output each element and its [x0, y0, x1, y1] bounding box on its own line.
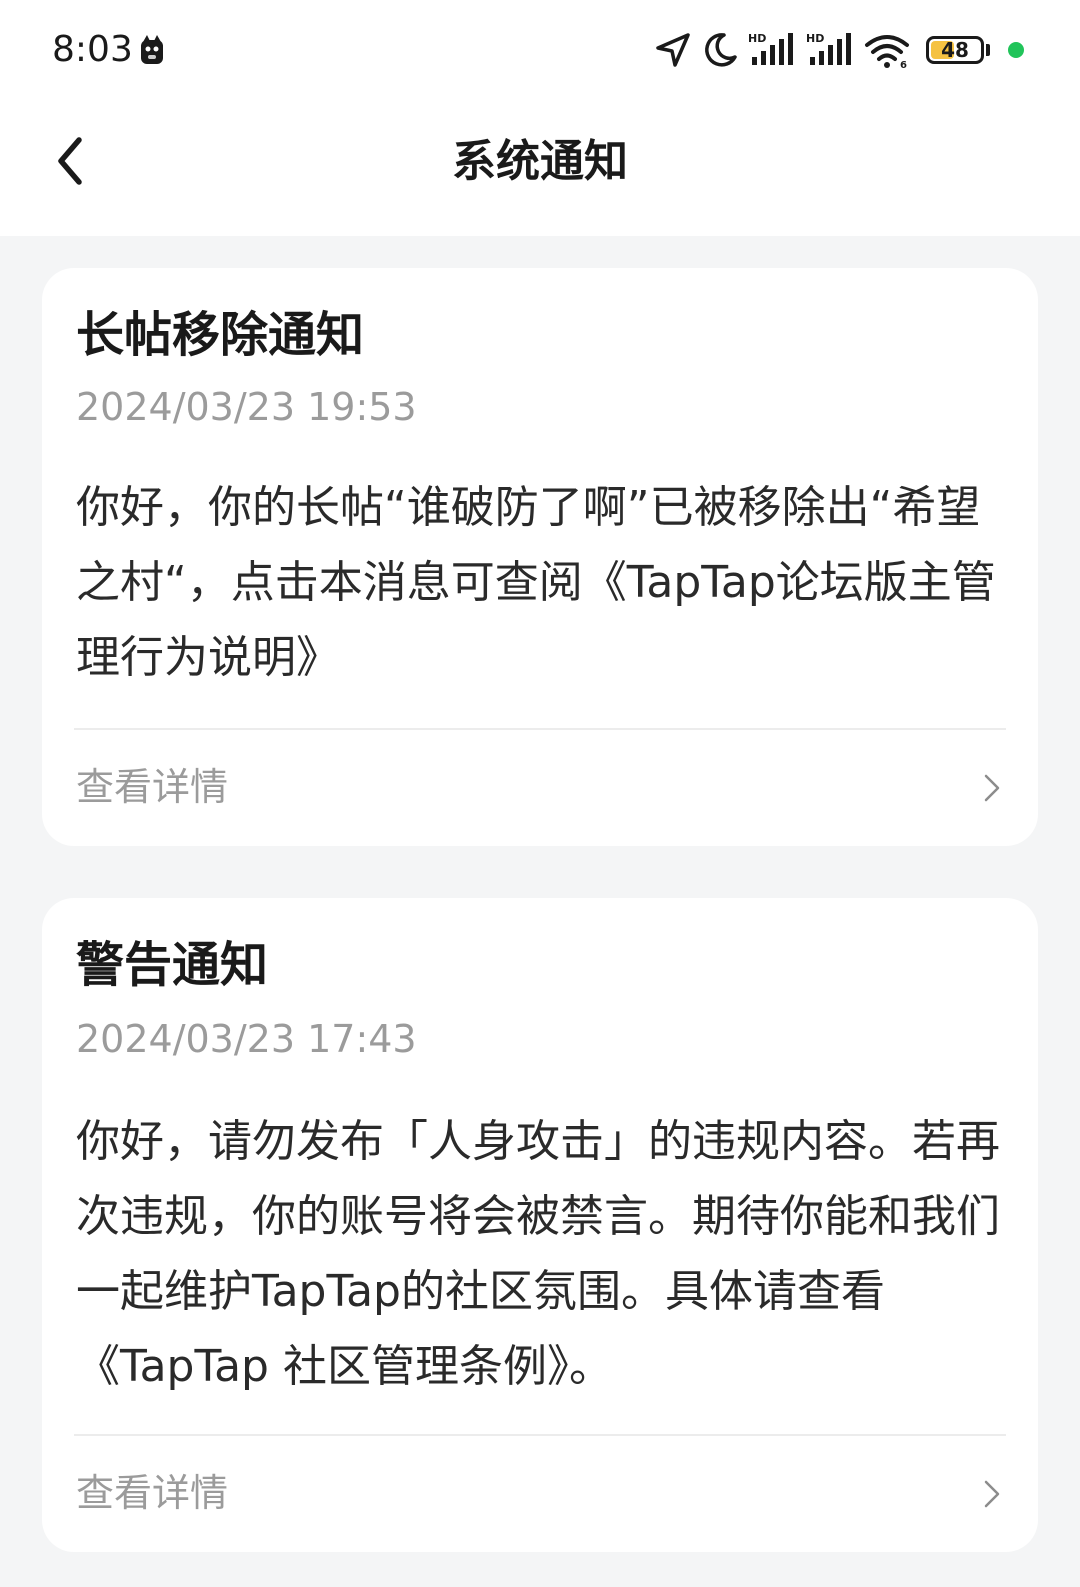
notification-card[interactable]: 长帖移除通知 2024/03/23 19:53 你好，你的长帖“谁破防了啊”已被… — [42, 268, 1038, 846]
battery-level: 48 — [941, 38, 969, 62]
hd-signal-icon: HD — [748, 32, 793, 65]
notification-title: 警告通知 — [76, 937, 269, 993]
notification-date: 2024/03/23 17:43 — [76, 1017, 417, 1061]
status-bar: 8:03 HD HD 6 48 — [0, 0, 1080, 100]
notification-body: 你好，请勿发布「人身攻击」的违规内容。若再次违规，你的账号将会被禁言。期待你能和… — [76, 1116, 1000, 1392]
chevron-right-icon — [984, 1480, 1000, 1508]
moon-icon — [705, 33, 737, 67]
notification-title: 长帖移除通知 — [76, 307, 365, 363]
notification-date: 2024/03/23 19:53 — [76, 385, 417, 429]
view-details-button[interactable]: 查看详情 — [42, 1436, 1038, 1552]
location-icon — [656, 33, 690, 67]
privacy-indicator-dot — [1008, 42, 1024, 58]
chevron-right-icon — [984, 774, 1000, 802]
notification-card[interactable]: 警告通知 2024/03/23 17:43 你好，请勿发布「人身攻击」的违规内容… — [42, 898, 1038, 1552]
svg-text:HD: HD — [748, 32, 766, 45]
nav-bar: 系统通知 — [0, 100, 1080, 236]
header-area: 8:03 HD HD 6 48 系统通知 — [0, 0, 1080, 236]
svg-text:HD: HD — [806, 32, 824, 45]
battery-tip — [986, 44, 990, 56]
hd-signal-icon: HD — [806, 32, 851, 65]
view-details-label: 查看详情 — [76, 765, 229, 809]
page-title: 系统通知 — [452, 136, 628, 187]
view-details-button[interactable]: 查看详情 — [42, 730, 1038, 846]
view-details-label: 查看详情 — [76, 1471, 229, 1515]
status-time: 8:03 — [52, 29, 133, 70]
app-notification-icon — [141, 35, 163, 64]
svg-text:6: 6 — [900, 60, 907, 69]
notification-body: 你好，你的长帖“谁破防了啊”已被移除出“希望之村“，点击本消息可查阅《TapTa… — [76, 482, 996, 683]
status-icons: HD HD 6 48 — [654, 28, 1024, 72]
battery-icon: 48 — [926, 36, 984, 64]
wifi-icon: 6 — [865, 35, 909, 69]
